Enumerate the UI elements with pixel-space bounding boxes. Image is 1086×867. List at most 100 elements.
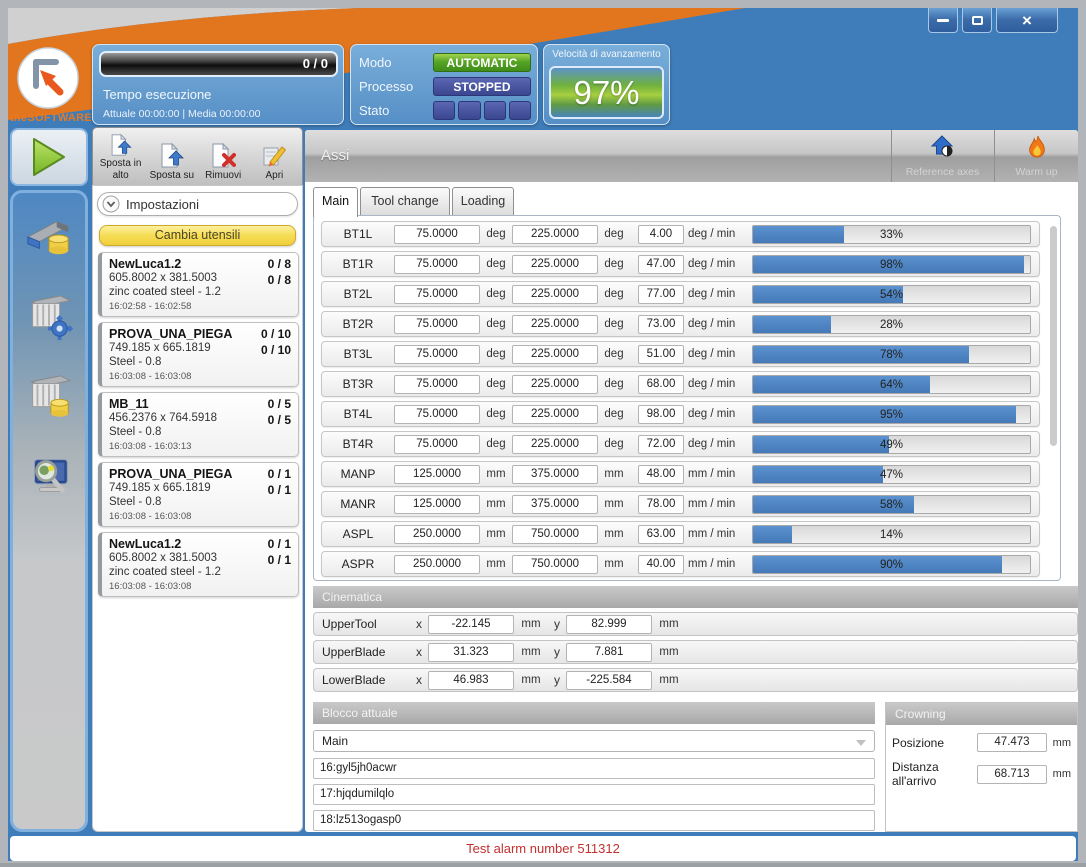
remove-button[interactable]: Rimuovi (198, 131, 249, 183)
axis-speed-unit: deg / min (684, 228, 746, 240)
change-tools-button[interactable]: Cambia utensili (99, 225, 296, 246)
axis-speed-field[interactable]: 4.00 (638, 225, 684, 244)
crowning-position-field[interactable]: 47.473 (977, 733, 1047, 752)
maximize-icon (972, 16, 983, 25)
settings-expander[interactable]: Impostazioni (97, 192, 298, 216)
sidebar-item-diagnostics[interactable] (24, 451, 74, 503)
job-card[interactable]: NewLuca1.2 605.8002 x 381.5003 zinc coat… (98, 252, 299, 317)
axis-speed-field[interactable]: 73.00 (638, 315, 684, 334)
axis-target-field[interactable]: 225.0000 (512, 405, 598, 424)
axis-position-field[interactable]: 250.0000 (394, 525, 480, 544)
move-to-top-button[interactable]: Sposta in alto (95, 131, 146, 183)
axis-target-field[interactable]: 750.0000 (512, 525, 598, 544)
feed-speed-panel: Velocità di avanzamento 97% (543, 44, 670, 125)
axis-speed-field[interactable]: 77.00 (638, 285, 684, 304)
axis-name: ASPL (322, 527, 394, 541)
axis-speed-field[interactable]: 68.00 (638, 375, 684, 394)
axis-speed-field[interactable]: 72.00 (638, 435, 684, 454)
axis-progress-label: 90% (753, 556, 1030, 573)
axis-target-field[interactable]: 375.0000 (512, 465, 598, 484)
window-controls: × (928, 8, 1058, 33)
axis-target-field[interactable]: 225.0000 (512, 435, 598, 454)
axes-scrollbar[interactable] (1050, 226, 1057, 446)
axis-speed-field[interactable]: 47.00 (638, 255, 684, 274)
axis-position-field[interactable]: 250.0000 (394, 555, 480, 574)
axis-position-field[interactable]: 75.0000 (394, 225, 480, 244)
tab-main[interactable]: Main (313, 187, 358, 217)
axis-target-field[interactable]: 375.0000 (512, 495, 598, 514)
axis-speed-unit: mm / min (684, 468, 746, 480)
job-card[interactable]: PROVA_UNA_PIEGA 749.185 x 665.1819 Steel… (98, 462, 299, 527)
axis-speed-field[interactable]: 48.00 (638, 465, 684, 484)
axis-progress-label: 64% (753, 376, 1030, 393)
axis-speed-field[interactable]: 98.00 (638, 405, 684, 424)
axis-speed-field[interactable]: 78.00 (638, 495, 684, 514)
sidebar-item-tool-database[interactable] (24, 371, 74, 423)
cinematica-row: UpperTool x -22.145 mm y 82.999 mm (313, 612, 1078, 636)
axis-progressbar: 78% (752, 345, 1031, 364)
cinematica-x-field[interactable]: 46.983 (428, 671, 514, 690)
open-button[interactable]: Apri (249, 131, 300, 183)
sidebar-item-tool-setup[interactable] (24, 291, 74, 343)
axis-position-field[interactable]: 125.0000 (394, 495, 480, 514)
axis-position-field[interactable]: 75.0000 (394, 255, 480, 274)
cinematica-y-field[interactable]: 7.881 (566, 643, 652, 662)
cinematica-x-field[interactable]: -22.145 (428, 615, 514, 634)
axis-target-field[interactable]: 225.0000 (512, 375, 598, 394)
cinematica-y-field[interactable]: 82.999 (566, 615, 652, 634)
minimize-button[interactable] (928, 8, 958, 33)
close-icon: × (1022, 12, 1032, 29)
axis-position-field[interactable]: 75.0000 (394, 405, 480, 424)
close-button[interactable]: × (996, 8, 1058, 33)
axis-progress-label: 54% (753, 286, 1030, 303)
axis-progressbar: 54% (752, 285, 1031, 304)
axis-target-field[interactable]: 225.0000 (512, 255, 598, 274)
axis-target-field[interactable]: 225.0000 (512, 345, 598, 364)
axis-position-field[interactable]: 75.0000 (394, 375, 480, 394)
axis-speed-field[interactable]: 63.00 (638, 525, 684, 544)
job-card[interactable]: MB_11 456.2376 x 764.5918 Steel - 0.8 16… (98, 392, 299, 457)
job-card[interactable]: PROVA_UNA_PIEGA 749.185 x 665.1819 Steel… (98, 322, 299, 387)
job-card[interactable]: NewLuca1.2 605.8002 x 381.5003 zinc coat… (98, 532, 299, 597)
axis-position-field[interactable]: 75.0000 (394, 285, 480, 304)
job-times: 16:03:08 - 16:03:08 (109, 371, 292, 382)
reference-axes-button[interactable]: Reference axes (891, 130, 993, 182)
axis-progress-label: 78% (753, 346, 1030, 363)
axis-target-field[interactable]: 750.0000 (512, 555, 598, 574)
axis-speed-unit: mm / min (684, 558, 746, 570)
axis-target-field[interactable]: 225.0000 (512, 285, 598, 304)
cinematica-x-field[interactable]: 31.323 (428, 643, 514, 662)
sidebar-item-bend-database[interactable] (24, 209, 74, 261)
axis-target-field[interactable]: 225.0000 (512, 315, 598, 334)
axis-target-field[interactable]: 225.0000 (512, 225, 598, 244)
axis-position-field[interactable]: 75.0000 (394, 315, 480, 334)
axis-progress-label: 47% (753, 466, 1030, 483)
block-select[interactable]: Main (313, 730, 875, 752)
move-up-button[interactable]: Sposta su (146, 131, 197, 183)
block-line[interactable]: 17:hjqdumilqlo (313, 784, 875, 805)
axis-speed-field[interactable]: 51.00 (638, 345, 684, 364)
application-window: theSOFTWARE × 0 / 0 Tempo esecuzione Att… (0, 0, 1086, 867)
axis-row: MANP 125.0000 mm 375.0000 mm 48.00 mm / … (321, 461, 1040, 487)
axis-position-field[interactable]: 75.0000 (394, 435, 480, 454)
axis-row: MANR 125.0000 mm 375.0000 mm 78.00 mm / … (321, 491, 1040, 517)
reference-axes-icon (931, 135, 955, 159)
axis-speed-field[interactable]: 40.00 (638, 555, 684, 574)
job-times: 16:02:58 - 16:02:58 (109, 301, 292, 312)
tab-tool-change[interactable]: Tool change (360, 187, 450, 216)
cinematica-y-field[interactable]: -225.584 (566, 671, 652, 690)
warm-up-button[interactable]: Warm up (994, 130, 1078, 182)
axis-position-field[interactable]: 75.0000 (394, 345, 480, 364)
job-size: 749.185 x 665.1819 (109, 481, 292, 495)
job-counts: 0 / 8 0 / 8 (268, 256, 291, 288)
crowning-distance-field[interactable]: 68.713 (977, 765, 1047, 784)
block-line[interactable]: 16:gyl5jh0acwr (313, 758, 875, 779)
axis-progress-label: 98% (753, 256, 1030, 273)
axis-position-unit: deg (480, 438, 512, 450)
block-line[interactable]: 18:lz513ogasp0 (313, 810, 875, 831)
axis-position-field[interactable]: 125.0000 (394, 465, 480, 484)
tab-loading[interactable]: Loading (452, 187, 514, 216)
maximize-button[interactable] (962, 8, 992, 33)
process-label: Processo (359, 79, 433, 94)
start-button[interactable] (10, 128, 88, 186)
